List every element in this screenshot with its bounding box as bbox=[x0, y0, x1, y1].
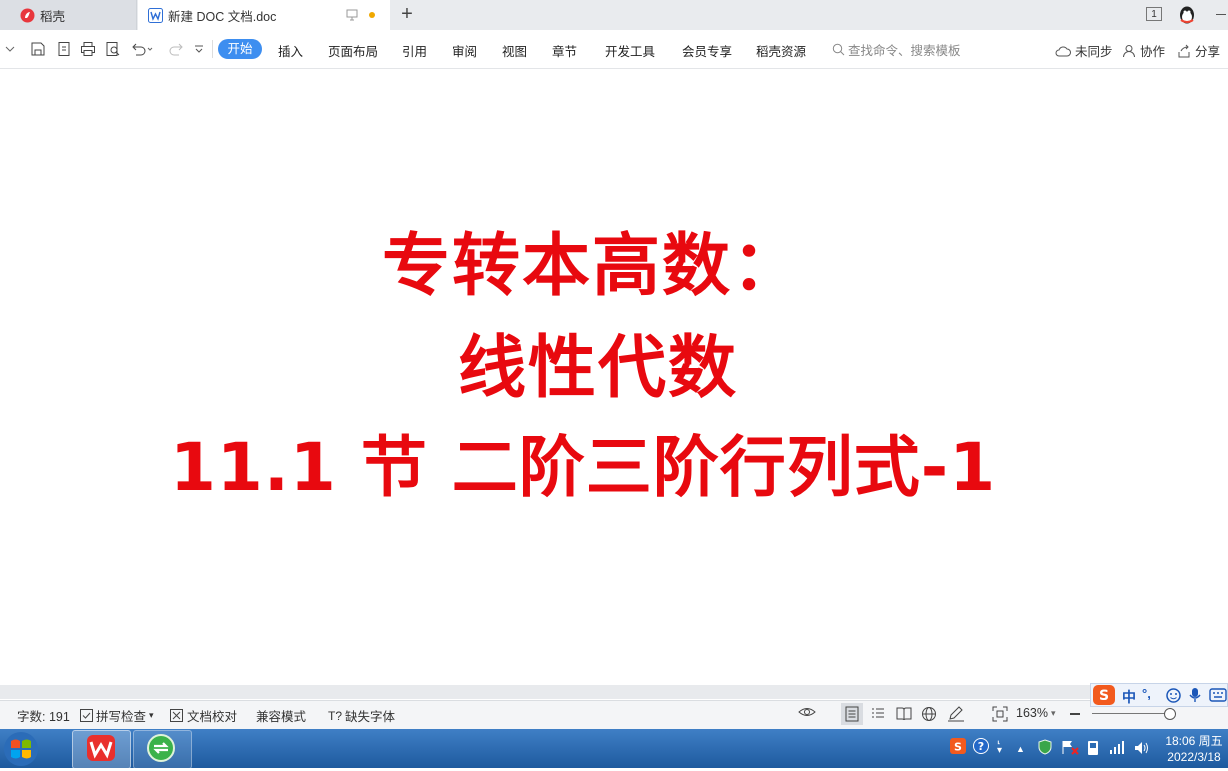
customize-toolbar-icon[interactable] bbox=[190, 40, 208, 58]
sogou-tray-icon[interactable]: S bbox=[950, 738, 966, 757]
sogou-logo-icon[interactable]: S bbox=[1092, 684, 1116, 709]
undo-icon[interactable] bbox=[129, 40, 155, 58]
fit-page-icon[interactable] bbox=[992, 706, 1008, 722]
collab-label: 协作 bbox=[1140, 45, 1166, 59]
menu-start[interactable]: 开始 bbox=[218, 39, 262, 59]
export-pdf-icon[interactable] bbox=[55, 40, 73, 58]
show-hidden-icons-icon[interactable]: ▲ bbox=[1016, 744, 1025, 754]
svg-text:S: S bbox=[1099, 688, 1109, 704]
svg-text:?: ? bbox=[978, 740, 984, 753]
ime-punct[interactable]: °, bbox=[1142, 686, 1151, 701]
menu-insert[interactable]: 插入 bbox=[278, 41, 303, 59]
horizontal-scroll-area[interactable] bbox=[0, 685, 1228, 699]
sync-label: 未同步 bbox=[1075, 45, 1113, 59]
redo-icon[interactable] bbox=[164, 40, 190, 58]
checkbox-icon bbox=[80, 709, 93, 722]
search-icon bbox=[832, 43, 845, 56]
web-view-icon[interactable] bbox=[921, 706, 937, 722]
svg-text:S: S bbox=[954, 741, 962, 754]
share-icon bbox=[1177, 44, 1191, 58]
menu-developer[interactable]: 开发工具 bbox=[605, 41, 655, 59]
minimize-icon[interactable] bbox=[1216, 14, 1226, 15]
menu-daoke-resources[interactable]: 稻壳资源 bbox=[756, 41, 806, 59]
tab-daoke[interactable]: 稻壳 bbox=[0, 0, 137, 30]
signal-icon[interactable] bbox=[1109, 740, 1125, 757]
green-app-icon bbox=[146, 733, 176, 766]
missing-font-label: 缺失字体 bbox=[345, 710, 396, 724]
zoom-out-button[interactable] bbox=[1070, 713, 1080, 715]
zoom-value: 163% bbox=[1016, 706, 1048, 720]
document-title-line-3: 11.1 节 二阶三阶行列式-1 bbox=[170, 429, 997, 506]
help-tray-icon[interactable]: ? bbox=[973, 738, 989, 757]
spell-check-button[interactable]: 拼写检查 ▾ bbox=[80, 706, 154, 725]
print-preview-icon[interactable] bbox=[104, 40, 122, 58]
ime-lang[interactable]: 中 bbox=[1122, 687, 1136, 707]
cloud-icon bbox=[1055, 45, 1071, 57]
compat-mode-label: 兼容模式 bbox=[256, 710, 307, 724]
menu-member[interactable]: 会员专享 bbox=[682, 41, 732, 59]
doc-check-icon bbox=[170, 709, 183, 722]
chevron-down-icon: ▾ bbox=[1050, 707, 1056, 718]
font-help-icon: T? bbox=[328, 708, 343, 723]
search-placeholder: 查找命令、搜索模板 bbox=[848, 43, 961, 58]
tab-daoke-label: 稻壳 bbox=[40, 9, 66, 24]
system-clock[interactable]: 18:06 周五 2022/3/18 bbox=[1161, 733, 1227, 765]
device-tray-icon[interactable] bbox=[1086, 740, 1100, 759]
zoom-level[interactable]: 163% ▾ bbox=[1016, 706, 1056, 720]
sync-button[interactable]: 未同步 bbox=[1055, 41, 1113, 60]
wps-writer-icon bbox=[148, 7, 163, 23]
zoom-slider-track[interactable] bbox=[1092, 713, 1170, 714]
chevron-down-icon[interactable] bbox=[1, 40, 19, 58]
print-icon[interactable] bbox=[79, 40, 97, 58]
wps-office-icon bbox=[86, 734, 116, 765]
document-title-line-2: 线性代数 bbox=[458, 329, 739, 408]
qq-avatar-icon[interactable] bbox=[1177, 5, 1197, 28]
write-mode-icon[interactable] bbox=[947, 706, 965, 722]
keyboard-icon[interactable] bbox=[1209, 688, 1227, 705]
menu-references[interactable]: 引用 bbox=[402, 41, 427, 59]
monitor-icon[interactable] bbox=[346, 9, 358, 24]
doc-check-button[interactable]: 文档校对 bbox=[170, 706, 237, 725]
start-button-icon[interactable] bbox=[2, 730, 40, 771]
volume-icon[interactable] bbox=[1133, 740, 1151, 759]
new-tab-button[interactable]: + bbox=[397, 4, 417, 25]
toolbar-divider bbox=[212, 40, 213, 58]
menu-view[interactable]: 视图 bbox=[502, 41, 527, 59]
network-flag-icon[interactable] bbox=[1061, 739, 1079, 758]
ime-mode-tray-icon[interactable]: ⸤ ▾ bbox=[997, 736, 1002, 756]
doc-check-label: 文档校对 bbox=[187, 710, 238, 724]
tab-document[interactable]: 新建 DOC 文档.doc bbox=[138, 0, 390, 30]
share-label: 分享 bbox=[1195, 45, 1221, 59]
tab-document-label: 新建 DOC 文档.doc bbox=[168, 9, 277, 24]
security-shield-icon[interactable] bbox=[1037, 739, 1053, 758]
collab-button[interactable]: 协作 bbox=[1122, 41, 1165, 60]
document-title-line-1: 专转本高数： bbox=[382, 227, 803, 306]
word-count[interactable]: 字数: 191 bbox=[17, 706, 70, 725]
save-icon[interactable] bbox=[29, 40, 47, 58]
chevron-down-icon: ▾ bbox=[149, 710, 154, 720]
eye-protection-icon[interactable] bbox=[798, 705, 816, 719]
window-count-badge[interactable]: 1 bbox=[1146, 7, 1162, 21]
command-search[interactable]: 查找命令、搜索模板 bbox=[832, 40, 961, 58]
menu-page-layout[interactable]: 页面布局 bbox=[328, 41, 378, 59]
reading-view-icon[interactable] bbox=[896, 706, 912, 722]
zoom-slider-thumb[interactable] bbox=[1164, 708, 1176, 720]
outline-view-icon[interactable] bbox=[871, 706, 885, 722]
share-button[interactable]: 分享 bbox=[1177, 41, 1220, 60]
menu-review[interactable]: 审阅 bbox=[452, 41, 477, 59]
user-icon bbox=[1122, 44, 1136, 58]
menu-section[interactable]: 章节 bbox=[552, 41, 577, 59]
spell-check-label: 拼写检查 bbox=[96, 710, 147, 724]
clock-date: 2022/3/18 bbox=[1167, 750, 1221, 764]
emoji-icon[interactable] bbox=[1166, 688, 1181, 706]
daoke-logo-icon bbox=[20, 8, 35, 23]
page-view-icon[interactable] bbox=[845, 706, 859, 722]
unsaved-dot-icon bbox=[369, 12, 375, 18]
clock-time: 18:06 周五 bbox=[1165, 734, 1223, 748]
missing-font-button[interactable]: T? 缺失字体 bbox=[328, 706, 395, 725]
microphone-icon[interactable] bbox=[1188, 687, 1202, 706]
